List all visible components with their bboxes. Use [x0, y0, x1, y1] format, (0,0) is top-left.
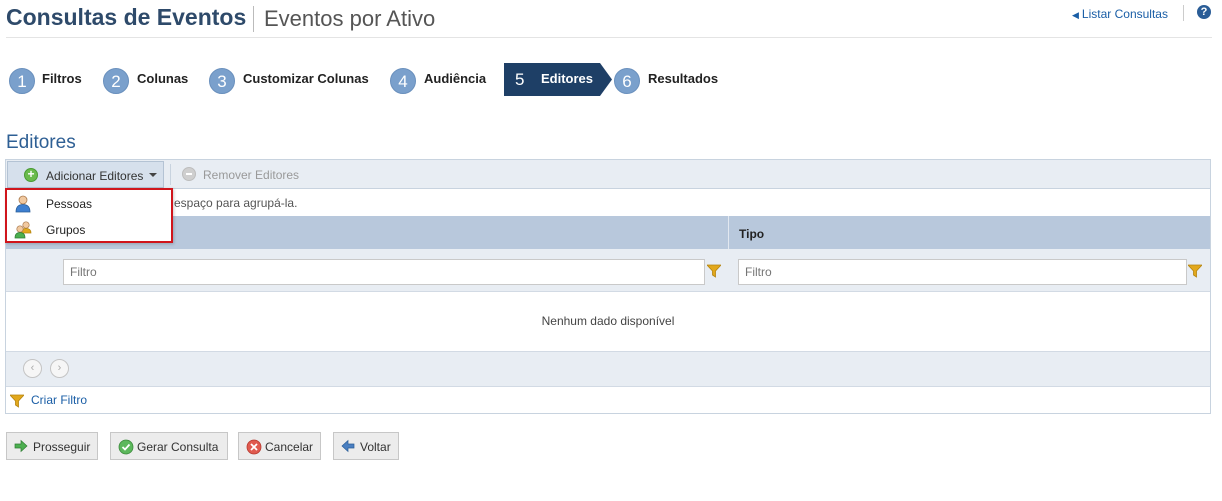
menu-item-label: Grupos [46, 223, 86, 237]
step-number: 2 [103, 68, 129, 94]
toolbar-divider [170, 164, 171, 185]
group-hint-text: espaço para agrupá-la. [174, 196, 298, 210]
cancel-button[interactable]: Cancelar [238, 432, 321, 460]
column-divider [728, 216, 729, 249]
remove-icon [182, 167, 196, 181]
step-label: Filtros [42, 71, 82, 86]
filter-icon[interactable] [707, 264, 721, 278]
caret-left-icon: ◀ [1072, 10, 1079, 20]
step-number: 1 [9, 68, 35, 94]
editors-grid: + Adicionar Editores Remover Editores es… [5, 159, 1211, 414]
step-number: 6 [614, 68, 640, 94]
prev-page-icon[interactable]: ‹ [23, 359, 42, 378]
help-icon[interactable]: ? [1197, 5, 1211, 19]
step-label: Colunas [137, 71, 189, 86]
column-header-tipo[interactable]: Tipo [739, 227, 764, 241]
step-label: Resultados [648, 71, 719, 86]
arrow-left-icon [341, 439, 355, 453]
arrow-right-icon [14, 439, 28, 453]
grid-header-row [6, 216, 1210, 249]
filter-row [6, 249, 1210, 292]
cancel-label: Cancelar [265, 440, 314, 454]
header-rule [6, 37, 1212, 38]
back-label: Voltar [360, 440, 391, 454]
create-filter-link[interactable]: Criar Filtro [31, 393, 87, 407]
remove-editors-label: Remover Editores [203, 168, 300, 182]
add-icon: + [24, 168, 38, 182]
create-filter-row: Criar Filtro [6, 387, 1210, 413]
group-drop-area[interactable]: espaço para agrupá-la. [6, 189, 1210, 216]
step-number: 3 [209, 68, 235, 94]
section-title: Editores [6, 132, 76, 153]
next-page-icon[interactable]: › [50, 359, 69, 378]
list-queries-label: Listar Consultas [1081, 7, 1168, 21]
filter-icon[interactable] [1188, 264, 1202, 278]
menu-item-pessoas[interactable]: Pessoas [7, 191, 171, 216]
page-title: Consultas de Eventos [6, 4, 247, 30]
step-label: Editores [541, 71, 594, 86]
list-queries-link[interactable]: ◀ Listar Consultas [1072, 7, 1168, 21]
check-icon [118, 439, 134, 455]
add-editors-label: Adicionar Editores [46, 169, 144, 183]
add-editors-menu: Pessoas Grupos [5, 188, 173, 243]
step-number: 4 [390, 68, 416, 94]
title-divider [253, 6, 254, 32]
step-label: Audiência [424, 71, 487, 86]
grid-toolbar: + Adicionar Editores Remover Editores [6, 160, 1210, 189]
menu-item-grupos[interactable]: Grupos [7, 217, 171, 242]
chevron-down-icon [149, 173, 157, 177]
page-subtitle: Eventos por Ativo [264, 6, 436, 31]
proceed-label: Prosseguir [33, 440, 91, 454]
proceed-button[interactable]: Prosseguir [6, 432, 98, 460]
menu-item-label: Pessoas [46, 197, 93, 211]
generate-query-label: Gerar Consulta [137, 440, 219, 454]
header-divider [1183, 5, 1184, 21]
back-button[interactable]: Voltar [333, 432, 399, 460]
cancel-icon [246, 439, 262, 455]
filter-icon [10, 394, 24, 408]
person-icon [15, 195, 31, 213]
group-icon [14, 221, 32, 239]
add-editors-button[interactable]: + Adicionar Editores [7, 161, 164, 188]
step-label: Customizar Colunas [243, 71, 369, 86]
generate-query-button[interactable]: Gerar Consulta [110, 432, 228, 460]
name-filter-input[interactable] [63, 259, 705, 285]
type-filter-input[interactable] [738, 259, 1187, 285]
empty-message: Nenhum dado disponível [541, 314, 675, 328]
grid-pager: ‹ › [6, 351, 1210, 387]
step-number: 5 [515, 70, 525, 89]
step-editores[interactable]: 5 Editores [504, 63, 612, 96]
